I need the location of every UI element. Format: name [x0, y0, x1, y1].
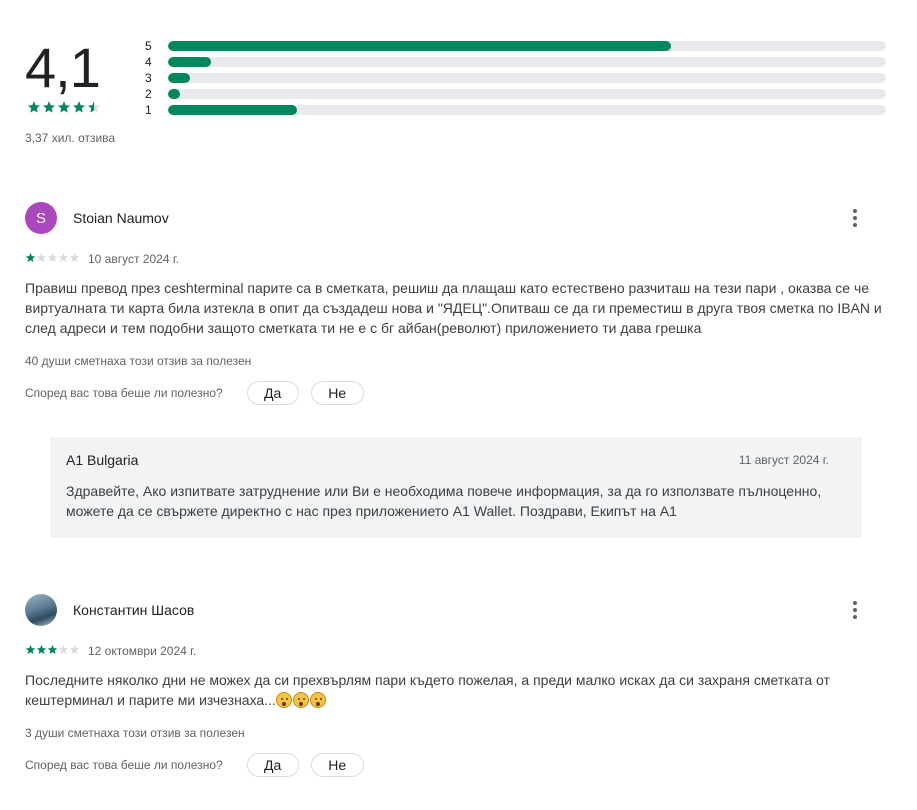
review-date: 10 август 2024 г.: [88, 252, 180, 266]
star-filled-icon: [72, 101, 86, 113]
rating-bar-row: 1: [145, 102, 886, 118]
reply-date: 11 август 2024 г.: [738, 453, 829, 467]
star-empty-icon: [58, 644, 69, 654]
rating-bar-fill: [168, 57, 212, 67]
astonished-face-icon: [309, 692, 326, 708]
reply-text: Здравейте, Ако изпитвате затруднение или…: [66, 483, 822, 519]
more-options-icon[interactable]: [845, 207, 865, 229]
helpful-question: Според вас това беше ли полезно? Да Не: [25, 753, 867, 777]
helpful-question-label: Според вас това беше ли полезно?: [25, 758, 223, 772]
helpful-yes-button[interactable]: Да: [246, 753, 299, 777]
review-meta: 12 октомври 2024 г.: [25, 643, 867, 659]
rating-bar-label: 2: [145, 87, 152, 101]
rating-summary: 4,1 3,37 хил. отзива 5 4 3 2 1: [25, 36, 905, 156]
rating-bar-track: [168, 105, 886, 115]
rating-bar-row: 3: [145, 70, 886, 86]
star-empty-icon: [69, 252, 80, 262]
rating-bar-track: [168, 41, 886, 51]
star-filled-icon: [36, 644, 47, 654]
rating-bar-label: 4: [145, 55, 152, 69]
review-date: 12 октомври 2024 г.: [88, 644, 197, 658]
review-author: Stoian Naumov: [73, 210, 169, 226]
review-stars: [25, 250, 80, 268]
avatar-letter: S: [35, 209, 46, 227]
helpful-question-label: Според вас това беше ли полезно?: [25, 386, 223, 400]
rating-bar-label: 5: [145, 39, 152, 53]
star-empty-icon: [36, 252, 47, 262]
review-count: 3,37 хил. отзива: [25, 131, 116, 145]
review-header: Константин Шасов: [25, 593, 867, 627]
rating-bar-row: 5: [145, 38, 886, 54]
helpful-no-button[interactable]: Не: [310, 381, 364, 405]
rating-bar-fill: [168, 41, 671, 51]
review-text: Последните няколко дни не можех да си пр…: [25, 670, 893, 710]
star-empty-icon: [69, 644, 80, 654]
star-filled-icon: [42, 101, 56, 113]
rating-bar-fill: [168, 105, 298, 115]
rating-distribution: 5 4 3 2 1: [145, 38, 886, 118]
star-filled-icon: [47, 644, 58, 654]
star-empty-icon: [58, 252, 69, 262]
review-stars: [25, 642, 80, 660]
reply-author: A1 Bulgaria: [66, 452, 139, 468]
average-rating: 4,1: [25, 36, 101, 99]
review-text: Правиш превод през ceshterminal парите с…: [25, 280, 882, 336]
star-filled-icon: [25, 644, 36, 654]
rating-bar-fill: [168, 89, 181, 99]
rating-bar-fill: [168, 73, 190, 83]
more-options-icon[interactable]: [845, 599, 865, 621]
rating-bar-label: 3: [145, 71, 152, 85]
emoji-group: [275, 692, 327, 708]
rating-bar-row: 4: [145, 54, 886, 70]
review-text-body: Последните няколко дни не можех да си пр…: [25, 672, 830, 708]
astonished-face-icon: [292, 692, 309, 708]
helpful-count: 40 души сметнаха този отзив за полезен: [25, 354, 252, 368]
rating-bar-label: 1: [145, 103, 152, 117]
astonished-face-icon: [275, 692, 292, 708]
avatar: [25, 594, 57, 626]
review-card: S Stoian Naumov 10 август 2024 г. Правиш…: [25, 201, 882, 405]
star-half-icon: [87, 101, 101, 113]
rating-bar-track: [168, 57, 886, 67]
rating-bar-row: 2: [145, 86, 886, 102]
review-meta: 10 август 2024 г.: [25, 251, 867, 267]
helpful-yes-button[interactable]: Да: [246, 381, 299, 405]
helpful-count: 3 души сметнаха този отзив за полезен: [25, 726, 245, 740]
review-author: Константин Шасов: [73, 602, 195, 618]
rating-bar-track: [168, 73, 886, 83]
review-card: Константин Шасов 12 октомври 2024 г. Пос…: [25, 593, 867, 777]
average-stars: [27, 100, 101, 114]
star-filled-icon: [25, 252, 36, 262]
review-header: S Stoian Naumov: [25, 201, 867, 235]
star-filled-icon: [57, 101, 71, 113]
avatar: S: [25, 202, 57, 234]
helpful-no-button[interactable]: Не: [310, 753, 364, 777]
star-empty-icon: [47, 252, 58, 262]
developer-reply: A1 Bulgaria 11 август 2024 г. Здравейте,…: [50, 437, 862, 538]
star-filled-icon: [27, 101, 41, 113]
rating-bar-track: [168, 89, 886, 99]
reply-header: A1 Bulgaria 11 август 2024 г.: [66, 452, 846, 468]
helpful-question: Според вас това беше ли полезно? Да Не: [25, 381, 867, 405]
